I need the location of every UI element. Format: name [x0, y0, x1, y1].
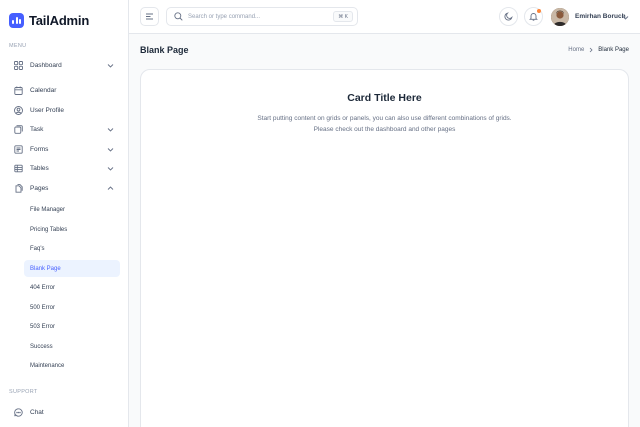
card-title: Card Title Here [347, 92, 422, 104]
chat-icon [14, 408, 23, 417]
dark-mode-toggle[interactable] [499, 7, 518, 26]
menu-icon [146, 13, 153, 20]
sidebar-item-tables[interactable]: Tables [10, 161, 120, 176]
sidebar-item-label: Task [30, 126, 44, 133]
sidebar-toggle-button[interactable] [140, 7, 159, 26]
breadcrumb-current: Blank Page [598, 47, 629, 53]
card-description-line-2: Please check out the dashboard and other… [313, 126, 456, 133]
chevron-down-icon [107, 148, 114, 152]
sidebar-subitem-blank-page[interactable]: Blank Page [24, 260, 120, 277]
bell-icon [529, 13, 538, 21]
sidebar-item-pages[interactable]: Pages [10, 181, 120, 196]
search-bar[interactable]: Search or type command... ⌘ K [166, 7, 358, 26]
content-card: Card Title Here Start putting content on… [140, 69, 629, 427]
top-header: Search or type command... ⌘ K Emirhan Bo… [129, 0, 640, 34]
chevron-down-icon [107, 167, 114, 171]
chevron-down-icon [107, 64, 114, 68]
table-icon [14, 164, 23, 173]
sidebar-item-label: Calendar [30, 87, 57, 94]
sidebar-subitem-503-error[interactable]: 503 Error [24, 318, 120, 335]
sidebar: TailAdmin MENU Dashboard Calendar User P… [0, 0, 129, 427]
chevron-up-icon [107, 186, 114, 190]
user-circle-icon [14, 106, 23, 115]
sidebar-item-calendar[interactable]: Calendar [10, 83, 120, 98]
grid-icon [14, 61, 23, 70]
avatar[interactable] [551, 8, 569, 26]
sidebar-item-label: Dashboard [30, 62, 62, 69]
chevron-right-icon [590, 47, 593, 53]
chevron-down-icon[interactable] [622, 14, 629, 21]
card-description: Start putting content on grids or panels… [141, 113, 628, 135]
sidebar-item-label: User Profile [30, 107, 64, 114]
sidebar-item-label: Tables [30, 165, 49, 172]
sidebar-item-label: Chat [30, 409, 44, 416]
sidebar-subitem-404-error[interactable]: 404 Error [24, 279, 120, 296]
task-icon [14, 125, 23, 134]
brand-name: TailAdmin [29, 13, 90, 28]
sidebar-item-user-profile[interactable]: User Profile [10, 103, 120, 118]
sidebar-subitem-500-error[interactable]: 500 Error [24, 299, 120, 316]
notification-dot [537, 9, 541, 13]
user-avatar-icon [551, 8, 569, 26]
menu-section-label: MENU [9, 43, 27, 49]
sidebar-item-dashboard[interactable]: Dashboard [10, 58, 120, 73]
logo-icon [9, 13, 24, 28]
sidebar-subitem-file-manager[interactable]: File Manager [24, 201, 120, 218]
support-section-label: SUPPORT [9, 389, 38, 395]
search-icon [174, 12, 183, 21]
sidebar-subitem-maintenance[interactable]: Maintenance [24, 357, 120, 374]
sidebar-item-chat[interactable]: Chat [10, 405, 120, 420]
search-shortcut-badge: ⌘ K [333, 11, 353, 22]
page-title: Blank Page [140, 45, 189, 55]
moon-icon [504, 12, 513, 21]
sidebar-subitem-pricing-tables[interactable]: Pricing Tables [24, 221, 120, 238]
pages-icon [14, 184, 23, 193]
sidebar-item-task[interactable]: Task [10, 122, 120, 137]
forms-icon [14, 145, 23, 154]
sidebar-item-label: Forms [30, 146, 49, 153]
card-description-line-1: Start putting content on grids or panels… [257, 115, 512, 122]
sidebar-subitem-faqs[interactable]: Faq's [24, 240, 120, 257]
sidebar-item-forms[interactable]: Forms [10, 142, 120, 157]
chevron-down-icon [107, 128, 114, 132]
notifications-button[interactable] [524, 7, 543, 26]
search-input[interactable]: Search or type command... [188, 14, 260, 20]
breadcrumb-home-link[interactable]: Home [568, 47, 584, 53]
sidebar-subitem-success[interactable]: Success [24, 338, 120, 355]
brand-logo[interactable]: TailAdmin [9, 13, 89, 28]
user-name[interactable]: Emirhan Boruch [575, 13, 626, 20]
sidebar-item-label: Pages [30, 185, 49, 192]
breadcrumb: Home Blank Page [568, 47, 629, 53]
calendar-icon [14, 86, 23, 95]
